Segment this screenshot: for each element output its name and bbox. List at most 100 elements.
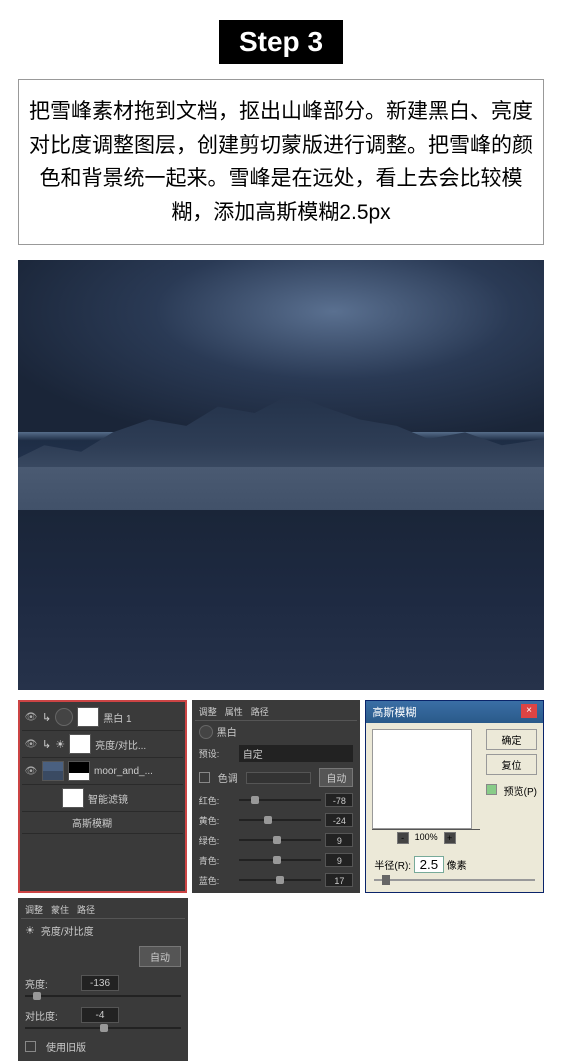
mask-thumb[interactable] [69, 734, 91, 754]
preset-select[interactable]: 自定 [239, 745, 354, 762]
layer-row[interactable]: 高斯模糊 [22, 812, 183, 834]
layer-row[interactable]: 👁 moor_and_... [22, 758, 183, 785]
color-slider[interactable] [239, 879, 322, 881]
tab[interactable]: 蒙住 [51, 903, 69, 916]
zoom-out-button[interactable]: - [397, 832, 409, 844]
clip-icon: ↳ [42, 711, 51, 724]
slider-thumb[interactable] [273, 856, 281, 864]
brightness-slider-row [21, 995, 185, 1003]
contrast-slider[interactable] [25, 1027, 181, 1029]
bw-properties-panel: 调整 属性 路径 黑白 预设: 自定 色调 自动 红色:-78黄色:-24绿色:… [192, 700, 361, 893]
mask-thumb[interactable] [68, 761, 90, 781]
legacy-checkbox[interactable] [25, 1041, 36, 1052]
color-slider-row: 青色: 9 [195, 850, 358, 870]
tab[interactable]: 路径 [251, 705, 269, 718]
props-tabs: 调整 属性 路径 [195, 703, 358, 721]
ground-area [18, 510, 544, 691]
layer-row[interactable]: 智能滤镜 [22, 785, 183, 812]
dialog-titlebar[interactable]: 高斯模糊 × [366, 701, 543, 723]
visibility-icon[interactable]: 👁 [24, 710, 38, 724]
slider-label: 青色: [199, 854, 235, 867]
slider-thumb[interactable] [100, 1024, 108, 1032]
step-header: Step 3 [0, 0, 562, 79]
layer-row[interactable]: 👁 ↳ 黑白 1 [22, 704, 183, 731]
zoom-value: 100% [415, 832, 438, 844]
bc-tabs: 调整 蒙住 路径 [21, 901, 185, 919]
slider-thumb[interactable] [276, 876, 284, 884]
mask-thumb[interactable] [77, 707, 99, 727]
color-slider-row: 蓝色: 17 [195, 870, 358, 890]
slider-thumb[interactable] [382, 875, 390, 885]
slider-thumb[interactable] [33, 992, 41, 1000]
panel-title-row: 黑白 [195, 721, 358, 742]
slider-value[interactable]: 9 [325, 853, 353, 867]
contrast-label: 对比度: [25, 1008, 75, 1023]
preset-row: 预设: 自定 [195, 742, 358, 765]
layers-panel: 👁 ↳ 黑白 1 👁 ↳ ☀ 亮度/对比... 👁 moor_and_... 智… [18, 700, 187, 893]
color-slider-row: 绿色:9 [195, 830, 358, 850]
brightness-row: 亮度: -136 [21, 971, 185, 995]
layer-row[interactable]: 👁 ↳ ☀ 亮度/对比... [22, 731, 183, 758]
layer-name[interactable]: moor_and_... [94, 766, 181, 777]
visibility-icon[interactable]: 👁 [24, 764, 38, 778]
tint-checkbox[interactable] [199, 772, 210, 783]
radius-row: 半径(R): 像素 [366, 852, 543, 885]
dialog-title-text: 高斯模糊 [372, 704, 416, 720]
slider-value[interactable]: -24 [325, 813, 353, 827]
panel-title: 黑白 [217, 724, 237, 739]
bw-sliders: 红色:-78黄色:-24绿色:9青色:9蓝色:17 [195, 790, 358, 890]
slider-label: 蓝色: [199, 874, 235, 887]
slider-label: 红色: [199, 794, 235, 807]
brightness-label: 亮度: [25, 976, 75, 991]
layer-name[interactable]: 高斯模糊 [72, 815, 181, 830]
contrast-slider-row [21, 1027, 185, 1035]
radius-label: 半径(R): [374, 861, 411, 872]
radius-input[interactable] [414, 856, 444, 873]
tint-swatch[interactable] [246, 772, 312, 784]
adj-icon [55, 708, 73, 726]
slider-value[interactable]: 9 [325, 833, 353, 847]
auto-button[interactable]: 自动 [319, 768, 353, 787]
slider-thumb[interactable] [251, 796, 259, 804]
slider-thumb[interactable] [273, 836, 281, 844]
tab[interactable]: 调整 [25, 903, 43, 916]
tab[interactable]: 路径 [77, 903, 95, 916]
color-slider[interactable] [239, 819, 322, 821]
layer-name[interactable]: 智能滤镜 [88, 791, 181, 806]
auto-button[interactable]: 自动 [139, 946, 181, 967]
tint-row: 色调 自动 [195, 765, 358, 790]
brightness-value[interactable]: -136 [81, 975, 119, 991]
legacy-row: 使用旧版 [21, 1035, 185, 1058]
clip-icon: ↳ [42, 738, 51, 751]
auto-row: 自动 [21, 942, 185, 971]
cancel-button[interactable]: 复位 [486, 754, 537, 775]
filter-thumb[interactable] [62, 788, 84, 808]
visibility-icon[interactable]: 👁 [24, 737, 38, 751]
panel-title: 亮度/对比度 [41, 923, 94, 938]
zoom-in-button[interactable]: + [444, 832, 456, 844]
tab[interactable]: 属性 [225, 705, 243, 718]
color-slider[interactable] [239, 859, 322, 861]
layer-name[interactable]: 亮度/对比... [95, 737, 181, 752]
layer-name[interactable]: 黑白 1 [103, 710, 181, 725]
tab[interactable]: 调整 [199, 705, 217, 718]
step-badge: Step 3 [219, 20, 343, 64]
brightness-slider[interactable] [25, 995, 181, 997]
brightness-icon: ☀ [55, 738, 65, 751]
slider-value[interactable]: -78 [325, 793, 353, 807]
slider-thumb[interactable] [264, 816, 272, 824]
preview-checkbox[interactable] [486, 784, 497, 795]
slider-value[interactable]: 17 [325, 873, 353, 887]
gaussian-blur-dialog: 高斯模糊 × - 100% + 确定 复位 预览(P) [365, 700, 544, 893]
contrast-value[interactable]: -4 [81, 1007, 119, 1023]
brightness-icon: ☀ [25, 924, 35, 937]
layer-thumb[interactable] [42, 761, 64, 781]
ok-button[interactable]: 确定 [486, 729, 537, 750]
radius-slider[interactable] [374, 879, 535, 881]
zoom-row: - 100% + [372, 829, 479, 846]
preview-label: 预览(P) [504, 787, 537, 798]
tint-label: 色调 [218, 770, 238, 785]
color-slider[interactable] [239, 839, 322, 841]
close-icon[interactable]: × [521, 704, 537, 718]
color-slider[interactable] [239, 799, 322, 801]
